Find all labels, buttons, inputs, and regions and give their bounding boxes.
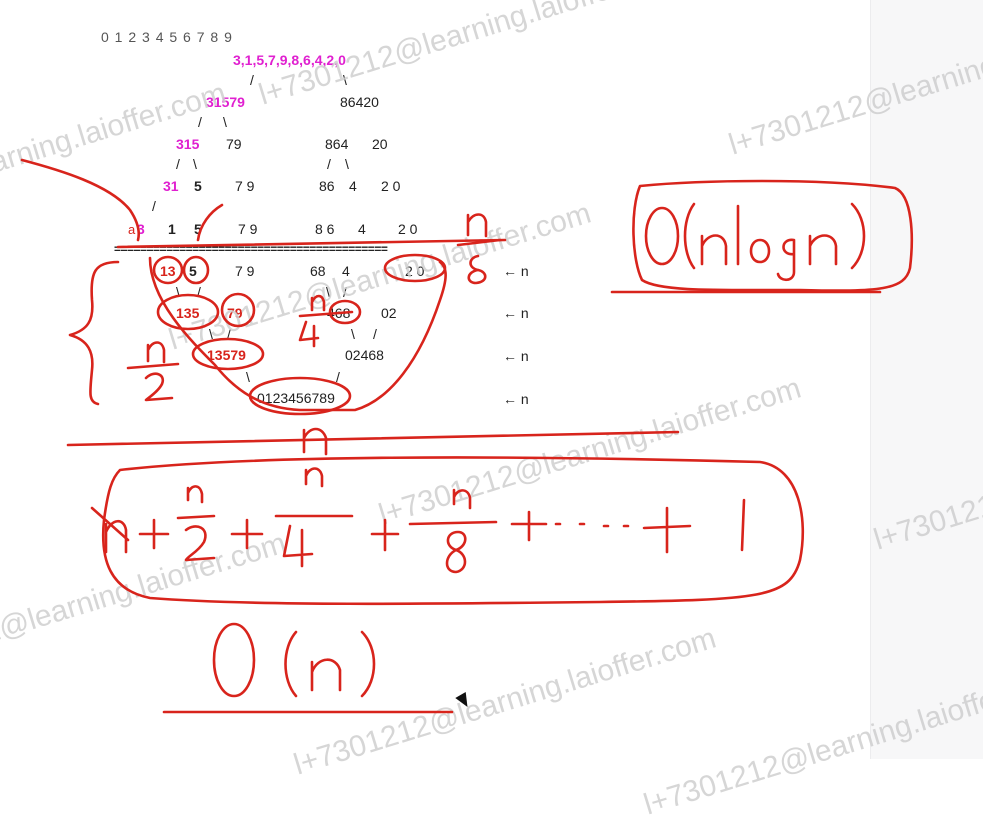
split-l2-left-a: 315 (176, 136, 200, 152)
merge-r3-a: 13579 (207, 347, 246, 363)
edge: / (327, 156, 331, 172)
split-l4-a: 3 (137, 221, 145, 237)
split-l4-b: 1 (168, 221, 176, 237)
merge-r2-d: 02 (381, 305, 397, 321)
edge: \ (223, 114, 227, 130)
split-l4-g: 2 0 (398, 221, 418, 237)
merge-r3-b: 02468 (345, 347, 384, 363)
edge: / (176, 156, 180, 172)
split-l3-a: 31 (163, 178, 179, 194)
edge: \ (345, 156, 349, 172)
edge: / (197, 284, 201, 300)
split-l2-right-a: 864 (325, 136, 349, 152)
split-l3-b: 5 (194, 178, 202, 194)
row-cost-3: ← n (503, 348, 529, 364)
split-l4-c: 5 (194, 221, 202, 237)
row-cost-4: ← n (503, 391, 529, 407)
separator-line: ========================================… (114, 242, 388, 256)
row-cost-1: ← n (503, 263, 529, 279)
split-l2-left-b: 79 (226, 136, 242, 152)
split-l4-f: 4 (358, 221, 366, 237)
edge: / (336, 369, 340, 385)
edge: \ (193, 156, 197, 172)
merge-r1-c: 7 9 (235, 263, 255, 279)
row-cost-2: ← n (503, 305, 529, 321)
index-row: 0 1 2 3 4 5 6 7 8 9 (101, 29, 233, 45)
edge: / (373, 326, 377, 342)
split-l4-d: 7 9 (238, 221, 258, 237)
edge: / (250, 72, 254, 88)
merge-r1-b: 5 (189, 263, 197, 279)
split-l3-d: 86 (319, 178, 335, 194)
split-l3-e: 4 (349, 178, 357, 194)
split-l3-f: 2 0 (381, 178, 401, 194)
edge: \ (176, 284, 180, 300)
split-l2-right-b: 20 (372, 136, 388, 152)
split-l4-e: 8 6 (315, 221, 335, 237)
edge: / (152, 198, 156, 214)
merge-r1-a: 13 (160, 263, 176, 279)
merge-r4: 0123456789 (257, 390, 335, 406)
edge: \ (246, 369, 250, 385)
edge: \ (351, 326, 355, 342)
split-l3-c: 7 9 (235, 178, 255, 194)
split-l1-right: 86420 (340, 94, 379, 110)
